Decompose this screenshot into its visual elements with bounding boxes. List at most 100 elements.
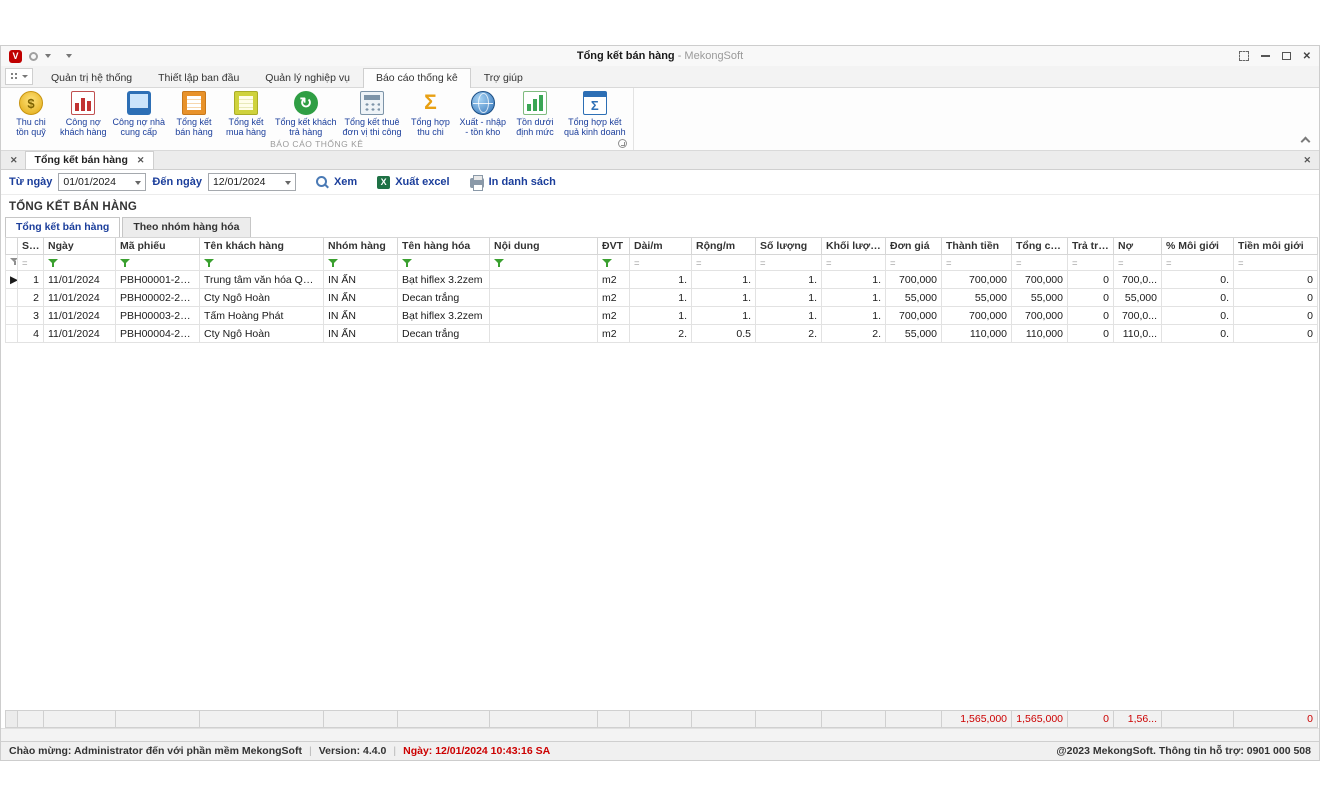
filter-cell-5[interactable]	[398, 255, 490, 271]
filter-cell-3[interactable]	[200, 255, 324, 271]
cell: 1.	[692, 289, 756, 307]
ribbon-button-6[interactable]: Tổng kết thuê đơn vị thi công	[340, 89, 405, 137]
column-header-5[interactable]: Tên hàng hóa	[398, 238, 490, 255]
ribbon-button-label: Công nợ khách hàng	[60, 117, 107, 137]
ribbon-tab-3[interactable]: Báo cáo thống kê	[363, 68, 471, 88]
column-header-10[interactable]: Số lượng	[756, 238, 822, 255]
equals-filter-icon: =	[1118, 258, 1124, 269]
cell: Cty Ngô Hoàn	[200, 325, 324, 343]
report-tab-1[interactable]: Theo nhóm hàng hóa	[122, 217, 250, 237]
ribbon-button-0[interactable]: Thu chi tồn quỹ	[5, 89, 57, 137]
cell: PBH00004-290...	[116, 325, 200, 343]
ribbon-collapse-icon[interactable]	[1301, 137, 1311, 147]
column-header-0[interactable]: STT	[18, 238, 44, 255]
filter-cell-14[interactable]: =	[1012, 255, 1068, 271]
cell: 700,0...	[1114, 271, 1162, 289]
ribbon-tab-2[interactable]: Quản lý nghiệp vụ	[252, 68, 363, 88]
app-window: V Tổng kết bán hàng - MekongSoft	[0, 45, 1320, 761]
ribbon-tab-4[interactable]: Trợ giúp	[471, 68, 536, 88]
column-header-15[interactable]: Trả trư...	[1068, 238, 1114, 255]
column-header-17[interactable]: % Môi giới	[1162, 238, 1234, 255]
summary-cell-4	[324, 711, 398, 728]
filter-cell-17[interactable]: =	[1162, 255, 1234, 271]
document-tab-active[interactable]: Tổng kết bán hàng	[25, 151, 155, 169]
column-header-3[interactable]: Tên khách hàng	[200, 238, 324, 255]
ribbon-tab-0[interactable]: Quản trị hệ thống	[38, 68, 145, 88]
cell: m2	[598, 325, 630, 343]
fullscreen-icon[interactable]	[1239, 51, 1249, 61]
group-dialog-launcher-icon[interactable]	[618, 139, 627, 148]
apps-menu-button[interactable]	[5, 68, 33, 85]
filter-cell-12[interactable]: =	[886, 255, 942, 271]
column-header-7[interactable]: ĐVT	[598, 238, 630, 255]
cell: 700,000	[1012, 307, 1068, 325]
from-date-label: Từ ngày	[9, 176, 52, 188]
close-tab-left-icon[interactable]	[3, 154, 25, 169]
column-header-11[interactable]: Khối lượng	[822, 238, 886, 255]
ribbon-button-10[interactable]: Tổng hợp kết quả kinh doanh	[561, 89, 629, 137]
column-header-6[interactable]: Nội dung	[490, 238, 598, 255]
column-header-1[interactable]: Ngày	[44, 238, 116, 255]
table-row[interactable]: 211/01/2024PBH00002-290...Cty Ngô HoànIN…	[6, 289, 1318, 307]
summary-cell-5	[398, 711, 490, 728]
cell: PBH00001-290...	[116, 271, 200, 289]
horizontal-scrollbar[interactable]	[1, 728, 1319, 741]
toolbar-options-caret-icon[interactable]	[66, 54, 72, 58]
equals-filter-icon: =	[1166, 258, 1172, 269]
column-header-2[interactable]: Mã phiếu	[116, 238, 200, 255]
column-header-14[interactable]: Tổng cộng	[1012, 238, 1068, 255]
quick-access-circle-icon[interactable]	[29, 52, 38, 61]
ribbon-button-5[interactable]: Tổng kết khách trả hàng	[272, 89, 340, 137]
filter-cell-16[interactable]: =	[1114, 255, 1162, 271]
calculator-icon	[360, 91, 384, 115]
table-row[interactable]: 311/01/2024PBH00003-290...Tấm Hoàng Phát…	[6, 307, 1318, 325]
ribbon-button-3[interactable]: Tổng kết bán hàng	[168, 89, 220, 137]
column-header-16[interactable]: Nợ	[1114, 238, 1162, 255]
column-header-9[interactable]: Rộng/m	[692, 238, 756, 255]
column-header-4[interactable]: Nhóm hàng	[324, 238, 398, 255]
close-button[interactable]	[1303, 50, 1311, 62]
column-header-18[interactable]: Tiền môi giới	[1234, 238, 1318, 255]
ribbon-button-4[interactable]: Tổng kết mua hàng	[220, 89, 272, 137]
table-row[interactable]: ▶111/01/2024PBH00001-290...Trung tâm văn…	[6, 271, 1318, 289]
filter-cell-2[interactable]	[116, 255, 200, 271]
filter-cell-7[interactable]	[598, 255, 630, 271]
column-header-13[interactable]: Thành tiền	[942, 238, 1012, 255]
view-button[interactable]: Xem	[316, 176, 357, 189]
ribbon-tab-1[interactable]: Thiết lập ban đầu	[145, 68, 252, 88]
filter-cell-1[interactable]	[44, 255, 116, 271]
filter-cell-13[interactable]: =	[942, 255, 1012, 271]
filter-cell-0[interactable]: =	[18, 255, 44, 271]
ribbon-button-8[interactable]: Xuất - nhập - tồn kho	[456, 89, 509, 137]
column-header-12[interactable]: Đơn giá	[886, 238, 942, 255]
quick-access-caret-icon[interactable]	[45, 54, 51, 58]
filter-cell-8[interactable]: =	[630, 255, 692, 271]
filter-cell-4[interactable]	[324, 255, 398, 271]
globe-icon	[471, 91, 495, 115]
ribbon-button-9[interactable]: Tồn dưới định mức	[509, 89, 561, 137]
print-list-button[interactable]: In danh sách	[470, 176, 556, 188]
from-date-combo[interactable]: 01/01/2024	[58, 173, 146, 191]
cell: 11/01/2024	[44, 289, 116, 307]
close-all-tabs-icon[interactable]	[1299, 154, 1315, 166]
export-excel-button[interactable]: Xuất excel	[377, 176, 449, 189]
cell: Decan trắng	[398, 289, 490, 307]
filter-cell-18[interactable]: =	[1234, 255, 1318, 271]
ribbon-button-2[interactable]: Công nợ nhà cung cấp	[110, 89, 168, 137]
filter-cell-6[interactable]	[490, 255, 598, 271]
document-tab-close-icon[interactable]	[137, 154, 145, 166]
minimize-button[interactable]	[1261, 55, 1270, 57]
table-row[interactable]: 411/01/2024PBH00004-290...Cty Ngô HoànIN…	[6, 325, 1318, 343]
filter-cell-10[interactable]: =	[756, 255, 822, 271]
to-date-combo[interactable]: 12/01/2024	[208, 173, 296, 191]
ribbon-button-7[interactable]: Tổng hợp thu chi	[404, 89, 456, 137]
cell: 1.	[822, 289, 886, 307]
filter-cell-11[interactable]: =	[822, 255, 886, 271]
filter-cell-9[interactable]: =	[692, 255, 756, 271]
ribbon-button-1[interactable]: Công nợ khách hàng	[57, 89, 110, 137]
maximize-button[interactable]	[1282, 52, 1291, 60]
column-header-8[interactable]: Dài/m	[630, 238, 692, 255]
filter-cell-15[interactable]: =	[1068, 255, 1114, 271]
report-tab-0[interactable]: Tổng kết bán hàng	[5, 217, 120, 237]
cell: 110,000	[942, 325, 1012, 343]
